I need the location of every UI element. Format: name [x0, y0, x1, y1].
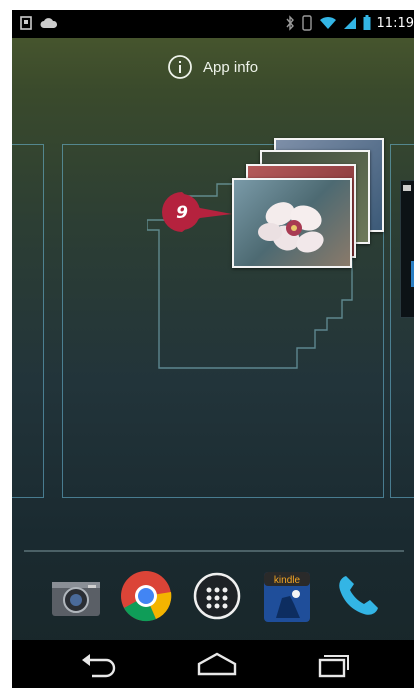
navigation-bar [12, 640, 414, 688]
photo-card-front [232, 178, 352, 268]
phone-app-button[interactable] [330, 568, 386, 624]
all-apps-icon [193, 572, 241, 620]
clock: 11:19 [376, 15, 414, 31]
sd-card-notification-icon [20, 16, 32, 30]
widget-handle-icon [403, 185, 411, 191]
rotation-lock-icon [301, 15, 312, 31]
kindle-label: kindle [274, 575, 301, 586]
camera-icon [52, 582, 100, 616]
home-button[interactable] [195, 650, 237, 680]
home-icon [197, 652, 237, 676]
left-panel-edge [12, 144, 44, 498]
battery-icon [363, 15, 371, 30]
flower-image [258, 202, 324, 253]
camera-app-button[interactable] [48, 568, 104, 624]
app-info-label: App info [203, 58, 259, 76]
phone-icon [339, 576, 378, 615]
chrome-app-button[interactable] [118, 568, 174, 624]
cloud-notification-icon [40, 18, 58, 28]
partial-widget [400, 180, 414, 318]
dock: kindle [12, 568, 414, 638]
recent-apps-icon [318, 655, 349, 678]
step-callout: 9 [162, 192, 232, 232]
info-icon [168, 55, 192, 79]
photo-stack-widget[interactable] [230, 138, 400, 268]
back-icon [82, 654, 116, 678]
chrome-icon [121, 571, 172, 622]
kindle-app-button[interactable]: kindle [260, 568, 316, 624]
dock-divider [24, 550, 404, 552]
kindle-icon: kindle [264, 572, 310, 622]
all-apps-button[interactable] [189, 568, 245, 624]
recent-apps-button[interactable] [312, 650, 352, 680]
back-button[interactable] [78, 650, 118, 680]
home-screen: 11:19 App info 9 kindle [12, 10, 414, 688]
wifi-icon [319, 16, 336, 29]
bluetooth-icon [285, 15, 294, 31]
step-number: 9 [176, 203, 188, 223]
app-info-drop-target[interactable]: App info [167, 54, 258, 80]
status-bar: 11:19 [12, 10, 414, 38]
signal-icon [343, 17, 356, 29]
